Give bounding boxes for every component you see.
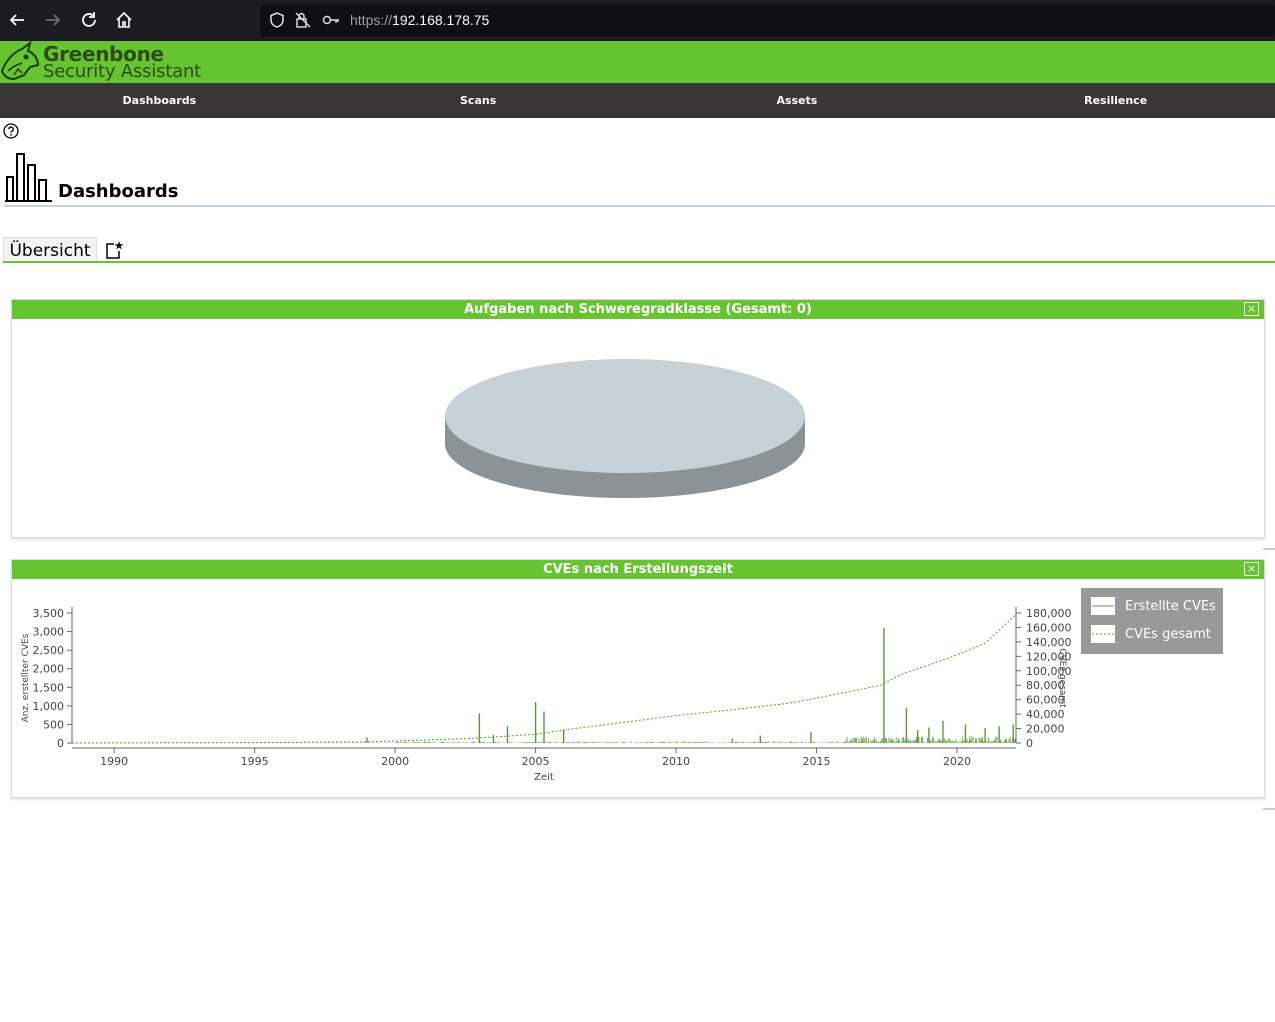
severity-pie-chart bbox=[445, 359, 805, 498]
y-tick-label: 3,500 bbox=[33, 607, 65, 620]
y-axis-title: Anz. erstellter CVEs bbox=[21, 633, 31, 722]
y-tick-label: 1,000 bbox=[33, 700, 65, 713]
app-title-line2[interactable]: Security Assistant bbox=[43, 61, 201, 82]
y2-tick-label: 0 bbox=[1026, 737, 1033, 750]
home-icon[interactable] bbox=[113, 9, 135, 31]
legend-item-created: Erstellte CVEs bbox=[1091, 595, 1221, 617]
menu-item-assets[interactable]: Assets bbox=[638, 83, 957, 118]
menu-item-resilience[interactable]: Resilience bbox=[956, 83, 1275, 118]
y-tick-label: 500 bbox=[43, 718, 64, 731]
back-icon[interactable] bbox=[6, 9, 28, 31]
legend-label-created: Erstellte CVEs bbox=[1125, 598, 1216, 614]
tab-divider bbox=[3, 261, 1275, 263]
y2-axis-title: CVEs gesamt bbox=[1057, 648, 1067, 708]
greenbone-logo-icon[interactable] bbox=[0, 41, 42, 83]
url-host: 192.168.178.75 bbox=[392, 12, 490, 28]
legend-item-total: CVEs gesamt bbox=[1091, 623, 1221, 645]
y2-tick-label: 140,000 bbox=[1026, 636, 1072, 649]
shield-icon[interactable] bbox=[268, 11, 286, 29]
x-tick-label: 2020 bbox=[943, 755, 971, 768]
y-tick-label: 2,500 bbox=[33, 644, 65, 657]
x-tick-label: 2000 bbox=[381, 755, 409, 768]
pie-empty-slice bbox=[445, 359, 805, 473]
severity-pie-panel-header[interactable]: Aufgaben nach Schweregradklasse (Gesamt:… bbox=[12, 300, 1264, 319]
resize-handle[interactable] bbox=[1263, 808, 1275, 810]
title-divider bbox=[4, 205, 1275, 207]
menu-item-dashboards[interactable]: Dashboards bbox=[0, 83, 319, 118]
y2-tick-label: 20,000 bbox=[1026, 723, 1065, 736]
severity-pie-panel: Aufgaben nach Schweregradklasse (Gesamt:… bbox=[11, 299, 1265, 538]
legend-label-total: CVEs gesamt bbox=[1125, 626, 1211, 642]
tab-overview[interactable]: Übersicht bbox=[3, 237, 97, 263]
chart-legend: Erstellte CVEs CVEs gesamt bbox=[1081, 588, 1223, 654]
page-title: Dashboards bbox=[58, 181, 179, 202]
url-text[interactable]: https://192.168.178.75 bbox=[350, 12, 489, 28]
y2-tick-label: 40,000 bbox=[1026, 708, 1065, 721]
url-bar[interactable]: https://192.168.178.75 bbox=[260, 4, 1275, 37]
x-axis-title: Zeit bbox=[534, 772, 554, 783]
resize-handle[interactable] bbox=[1263, 548, 1275, 550]
y2-tick-label: 180,000 bbox=[1026, 607, 1072, 620]
browser-toolbar: https://192.168.178.75 bbox=[0, 0, 1275, 41]
y-tick-label: 0 bbox=[57, 737, 64, 750]
dashboard-icon bbox=[5, 153, 52, 202]
cve-time-chart: 05001,0001,5002,0002,5003,0003,500020,00… bbox=[21, 607, 1072, 783]
url-scheme: https:// bbox=[350, 12, 393, 28]
close-icon[interactable]: × bbox=[1244, 562, 1259, 576]
x-tick-label: 2015 bbox=[803, 755, 831, 768]
reload-icon[interactable] bbox=[78, 9, 100, 31]
x-tick-label: 1990 bbox=[100, 755, 128, 768]
close-icon[interactable]: × bbox=[1244, 302, 1259, 316]
new-dashboard-icon[interactable] bbox=[104, 240, 124, 260]
y-tick-label: 3,000 bbox=[33, 626, 65, 639]
x-tick-label: 2010 bbox=[662, 755, 690, 768]
legend-swatch-solid bbox=[1091, 597, 1115, 615]
forward-icon[interactable] bbox=[42, 9, 64, 31]
app-header: Greenbone Security Assistant bbox=[0, 41, 1275, 83]
main-menu: Dashboards Scans Assets Resilience bbox=[0, 83, 1275, 118]
cve-time-panel: CVEs nach Erstellungszeit × 0 500 1,000 1,5… bbox=[11, 559, 1265, 798]
insecure-lock-icon[interactable] bbox=[294, 11, 312, 29]
y2-tick-label: 160,000 bbox=[1026, 621, 1072, 634]
severity-pie-panel-title: Aufgaben nach Schweregradklasse (Gesamt:… bbox=[464, 302, 812, 317]
key-icon[interactable] bbox=[322, 11, 340, 29]
cve-time-panel-header[interactable]: CVEs nach Erstellungszeit × bbox=[12, 560, 1264, 579]
menu-item-scans[interactable]: Scans bbox=[319, 83, 638, 118]
help-icon[interactable] bbox=[3, 123, 19, 139]
legend-swatch-dashed bbox=[1091, 625, 1115, 643]
y-tick-label: 2,000 bbox=[33, 663, 65, 676]
cve-time-panel-title: CVEs nach Erstellungszeit bbox=[543, 562, 733, 577]
y-tick-label: 1,500 bbox=[33, 681, 65, 694]
x-tick-label: 1995 bbox=[241, 755, 269, 768]
x-tick-label: 2005 bbox=[522, 755, 550, 768]
